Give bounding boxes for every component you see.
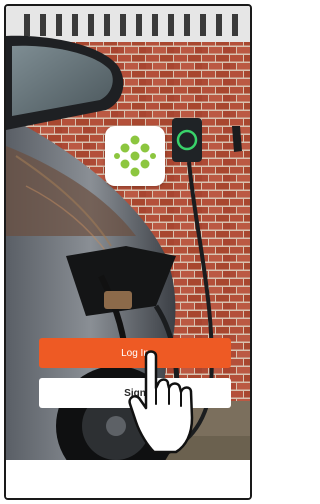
- leaf-dots-logo-icon: [114, 135, 156, 177]
- bottom-blank-area: [6, 460, 250, 498]
- app-logo: [105, 126, 165, 186]
- pointing-hand-icon: [124, 348, 204, 458]
- phone-frame: Log In Sign: [4, 4, 252, 500]
